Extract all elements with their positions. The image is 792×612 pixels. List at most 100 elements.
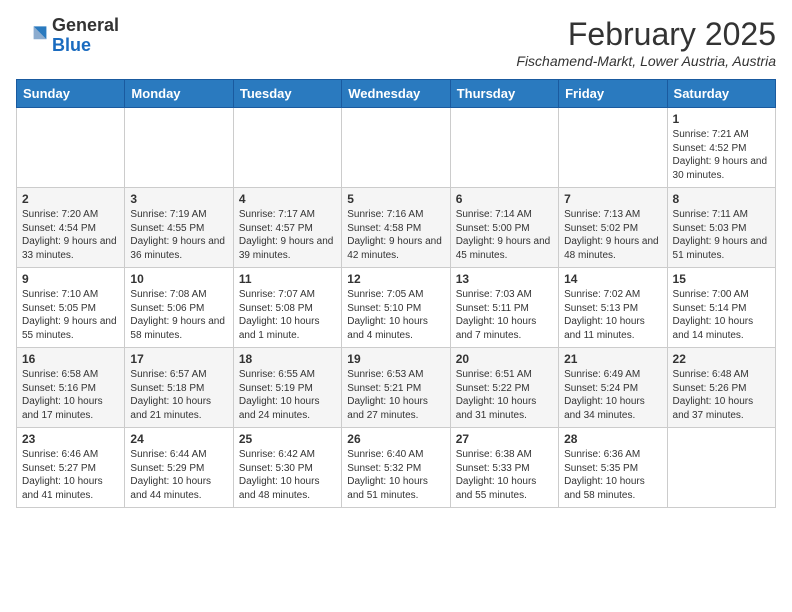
day-number: 3 [130,192,227,206]
day-number: 7 [564,192,661,206]
calendar-day-cell: 22 Sunrise: 6:48 AM Sunset: 5:26 PM Dayli… [667,348,775,428]
day-info: Sunrise: 7:20 AM Sunset: 4:54 PM Dayligh… [22,208,119,262]
calendar-day-cell: 3Sunrise: 7:19 AM Sunset: 4:55 PM Daylig… [125,188,233,268]
calendar-day-cell: 27Sunrise: 6:38 AM Sunset: 5:33 PM Dayli… [450,428,558,508]
day-info: Sunrise: 6:40 AM Sunset: 5:32 PM Dayligh… [347,448,444,502]
day-number: 2 [22,192,119,206]
calendar-day-cell: 28 Sunrise: 6:36 AM Sunset: 5:35 PM Dayli… [559,428,667,508]
day-info: Sunrise: 7:11 AM Sunset: 5:03 PM Dayligh… [673,208,770,262]
day-info: Sunrise: 6:42 AM Sunset: 5:30 PM Dayligh… [239,448,336,502]
calendar-day-cell [17,108,125,188]
calendar-day-cell: 21 Sunrise: 6:49 AM Sunset: 5:24 PM Dayli… [559,348,667,428]
calendar-day-cell: 25 Sunrise: 6:42 AM Sunset: 5:30 PM Dayli… [233,428,341,508]
calendar-day-cell: 18 Sunrise: 6:55 AM Sunset: 5:19 PM Dayli… [233,348,341,428]
weekday-header-wednesday: Wednesday [342,80,450,108]
day-info: Sunrise: 6:51 AM Sunset: 5:22 PM Dayligh… [456,368,553,422]
day-number: 14 [564,272,661,286]
page-header: General Blue February 2025 Fischamend-Ma… [16,16,776,69]
weekday-header-saturday: Saturday [667,80,775,108]
day-info: Sunrise: 6:53 AM Sunset: 5:21 PM Dayligh… [347,368,444,422]
calendar-day-cell: 15Sunrise: 7:00 AM Sunset: 5:14 PM Dayli… [667,268,775,348]
logo-icon [16,20,48,52]
calendar-day-cell: 8 Sunrise: 7:11 AM Sunset: 5:03 PM Daylig… [667,188,775,268]
calendar-day-cell [125,108,233,188]
day-number: 27 [456,432,553,446]
day-info: Sunrise: 7:21 AM Sunset: 4:52 PM Dayligh… [673,128,770,182]
calendar-day-cell: 10Sunrise: 7:08 AM Sunset: 5:06 PM Dayli… [125,268,233,348]
calendar-day-cell: 11Sunrise: 7:07 AM Sunset: 5:08 PM Dayli… [233,268,341,348]
day-number: 13 [456,272,553,286]
calendar-body: 1 Sunrise: 7:21 AM Sunset: 4:52 PM Daylig… [17,108,776,508]
day-number: 1 [673,112,770,126]
day-number: 12 [347,272,444,286]
calendar-day-cell: 19 Sunrise: 6:53 AM Sunset: 5:21 PM Dayli… [342,348,450,428]
calendar-day-cell: 23 Sunrise: 6:46 AM Sunset: 5:27 PM Dayli… [17,428,125,508]
calendar-day-cell [450,108,558,188]
day-number: 19 [347,352,444,366]
day-number: 5 [347,192,444,206]
day-number: 22 [673,352,770,366]
day-info: Sunrise: 6:44 AM Sunset: 5:29 PM Dayligh… [130,448,227,502]
day-info: Sunrise: 6:55 AM Sunset: 5:19 PM Dayligh… [239,368,336,422]
day-info: Sunrise: 7:17 AM Sunset: 4:57 PM Dayligh… [239,208,336,262]
day-info: Sunrise: 6:46 AM Sunset: 5:27 PM Dayligh… [22,448,119,502]
day-number: 8 [673,192,770,206]
day-number: 21 [564,352,661,366]
calendar-day-cell: 24 Sunrise: 6:44 AM Sunset: 5:29 PM Dayli… [125,428,233,508]
weekday-header-sunday: Sunday [17,80,125,108]
calendar-header: SundayMondayTuesdayWednesdayThursdayFrid… [17,80,776,108]
calendar-week-row: 23 Sunrise: 6:46 AM Sunset: 5:27 PM Dayli… [17,428,776,508]
calendar-week-row: 1 Sunrise: 7:21 AM Sunset: 4:52 PM Daylig… [17,108,776,188]
day-info: Sunrise: 7:02 AM Sunset: 5:13 PM Dayligh… [564,288,661,342]
day-number: 28 [564,432,661,446]
calendar-week-row: 16 Sunrise: 6:58 AM Sunset: 5:16 PM Dayli… [17,348,776,428]
day-number: 26 [347,432,444,446]
calendar-day-cell: 9Sunrise: 7:10 AM Sunset: 5:05 PM Daylig… [17,268,125,348]
calendar-day-cell: 12 Sunrise: 7:05 AM Sunset: 5:10 PM Dayli… [342,268,450,348]
day-info: Sunrise: 7:03 AM Sunset: 5:11 PM Dayligh… [456,288,553,342]
weekday-header-tuesday: Tuesday [233,80,341,108]
day-number: 6 [456,192,553,206]
calendar-day-cell [342,108,450,188]
calendar-day-cell: 6Sunrise: 7:14 AM Sunset: 5:00 PM Daylig… [450,188,558,268]
logo-general-text: General [52,15,119,35]
title-block: February 2025 Fischamend-Markt, Lower Au… [516,16,776,69]
calendar-day-cell: 5 Sunrise: 7:16 AM Sunset: 4:58 PM Daylig… [342,188,450,268]
day-info: Sunrise: 7:16 AM Sunset: 4:58 PM Dayligh… [347,208,444,262]
calendar-day-cell [233,108,341,188]
day-info: Sunrise: 7:13 AM Sunset: 5:02 PM Dayligh… [564,208,661,262]
day-info: Sunrise: 6:36 AM Sunset: 5:35 PM Dayligh… [564,448,661,502]
day-number: 20 [456,352,553,366]
weekday-header-row: SundayMondayTuesdayWednesdayThursdayFrid… [17,80,776,108]
day-number: 10 [130,272,227,286]
day-info: Sunrise: 7:05 AM Sunset: 5:10 PM Dayligh… [347,288,444,342]
day-number: 25 [239,432,336,446]
calendar-table: SundayMondayTuesdayWednesdayThursdayFrid… [16,79,776,508]
calendar-day-cell: 13 Sunrise: 7:03 AM Sunset: 5:11 PM Dayli… [450,268,558,348]
logo: General Blue [16,16,119,56]
day-number: 17 [130,352,227,366]
calendar-day-cell: 4Sunrise: 7:17 AM Sunset: 4:57 PM Daylig… [233,188,341,268]
day-info: Sunrise: 6:57 AM Sunset: 5:18 PM Dayligh… [130,368,227,422]
calendar-day-cell: 26 Sunrise: 6:40 AM Sunset: 5:32 PM Dayli… [342,428,450,508]
calendar-day-cell [667,428,775,508]
calendar-day-cell: 17 Sunrise: 6:57 AM Sunset: 5:18 PM Dayli… [125,348,233,428]
day-info: Sunrise: 6:48 AM Sunset: 5:26 PM Dayligh… [673,368,770,422]
calendar-week-row: 2 Sunrise: 7:20 AM Sunset: 4:54 PM Daylig… [17,188,776,268]
day-number: 16 [22,352,119,366]
calendar-day-cell: 7 Sunrise: 7:13 AM Sunset: 5:02 PM Daylig… [559,188,667,268]
day-number: 23 [22,432,119,446]
day-info: Sunrise: 7:10 AM Sunset: 5:05 PM Dayligh… [22,288,119,342]
day-number: 18 [239,352,336,366]
month-year-heading: February 2025 [516,16,776,53]
day-info: Sunrise: 7:00 AM Sunset: 5:14 PM Dayligh… [673,288,770,342]
calendar-day-cell: 14 Sunrise: 7:02 AM Sunset: 5:13 PM Dayli… [559,268,667,348]
logo-blue-text: Blue [52,35,91,55]
day-info: Sunrise: 6:58 AM Sunset: 5:16 PM Dayligh… [22,368,119,422]
weekday-header-thursday: Thursday [450,80,558,108]
day-info: Sunrise: 6:49 AM Sunset: 5:24 PM Dayligh… [564,368,661,422]
calendar-day-cell: 16 Sunrise: 6:58 AM Sunset: 5:16 PM Dayli… [17,348,125,428]
day-number: 24 [130,432,227,446]
location-text: Fischamend-Markt, Lower Austria, Austria [516,53,776,69]
weekday-header-monday: Monday [125,80,233,108]
